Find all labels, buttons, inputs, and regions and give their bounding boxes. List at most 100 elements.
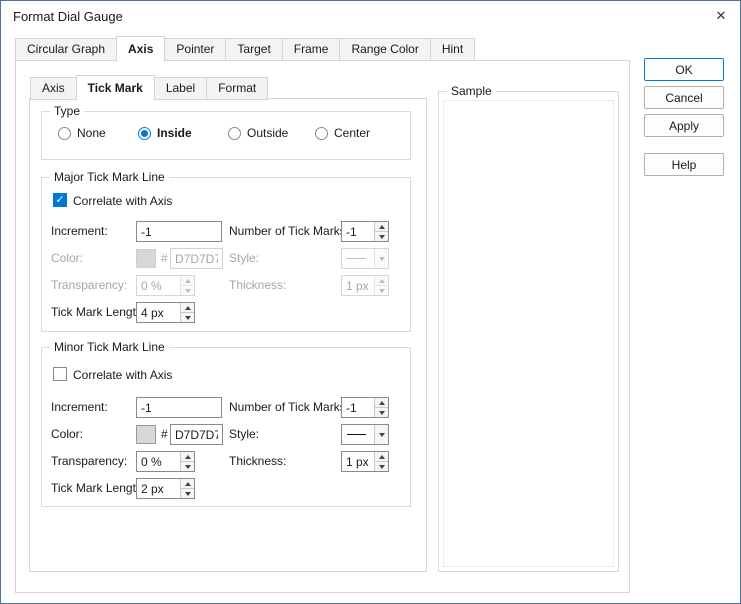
spinner-input[interactable] xyxy=(137,452,180,471)
major-color-label: Color: xyxy=(51,251,84,265)
inner-tab-label[interactable]: Label xyxy=(153,77,208,100)
minor-tick-mark-length-spinner[interactable] xyxy=(136,478,195,499)
spin-down-icon[interactable] xyxy=(375,231,388,241)
spin-up-icon[interactable] xyxy=(181,303,194,312)
spin-down-icon xyxy=(375,285,388,295)
help-button[interactable]: Help xyxy=(644,153,724,176)
major-transparency-spinner xyxy=(136,275,195,296)
minor-color-hex-input[interactable] xyxy=(170,424,223,445)
spinner-input[interactable] xyxy=(342,398,374,417)
spin-up-icon[interactable] xyxy=(375,398,388,407)
spinner-input[interactable] xyxy=(342,452,374,471)
minor-increment-label: Increment: xyxy=(51,400,108,414)
line-style-preview-icon xyxy=(347,434,366,435)
spin-down-icon[interactable] xyxy=(181,488,194,498)
tab-axis[interactable]: Axis xyxy=(116,36,166,62)
inner-tab-format[interactable]: Format xyxy=(206,77,269,100)
major-number-of-tick-marks-spinner[interactable] xyxy=(341,221,389,242)
dropdown-arrow-icon[interactable] xyxy=(374,425,388,444)
spinner-input xyxy=(342,276,374,295)
sample-group: Sample xyxy=(438,84,619,572)
spin-buttons[interactable] xyxy=(374,452,388,471)
tab-range-color[interactable]: Range Color xyxy=(339,38,431,61)
minor-increment-input[interactable] xyxy=(136,397,222,418)
type-group: Type None Inside Outside Center xyxy=(41,104,411,160)
window-title: Format Dial Gauge xyxy=(13,9,123,24)
major-increment-input[interactable] xyxy=(136,221,222,242)
spin-buttons[interactable] xyxy=(180,479,194,498)
major-style-label: Style: xyxy=(229,251,260,265)
minor-number-of-tick-marks-label: Number of Tick Marks: xyxy=(229,400,350,414)
spinner-input[interactable] xyxy=(137,303,180,322)
spin-buttons xyxy=(374,276,388,295)
spin-buttons[interactable] xyxy=(374,398,388,417)
major-group-title: Major Tick Mark Line xyxy=(50,170,169,184)
radio-option-inside[interactable]: Inside xyxy=(138,126,192,140)
tab-frame[interactable]: Frame xyxy=(281,38,341,61)
cancel-button[interactable]: Cancel xyxy=(644,86,724,109)
spinner-input[interactable] xyxy=(342,222,374,241)
tab-hint[interactable]: Hint xyxy=(429,38,476,61)
spin-up-icon xyxy=(181,276,194,285)
minor-correlate-with-axis-checkbox[interactable] xyxy=(53,367,67,381)
spin-down-icon[interactable] xyxy=(181,461,194,471)
ok-button[interactable]: OK xyxy=(644,58,724,81)
radio-option-outside[interactable]: Outside xyxy=(228,126,288,140)
inner-tab-axis[interactable]: Axis xyxy=(30,77,77,100)
major-increment-label: Increment: xyxy=(51,224,108,238)
tab-target[interactable]: Target xyxy=(225,38,283,61)
inner-tab-tick-mark[interactable]: Tick Mark xyxy=(75,75,155,101)
radio-label-outside: Outside xyxy=(247,126,289,140)
minor-tick-mark-line-group: Minor Tick Mark Line Correlate with Axis… xyxy=(41,340,411,507)
tab-circular-graph[interactable]: Circular Graph xyxy=(15,38,118,61)
minor-thickness-label: Thickness: xyxy=(229,454,287,468)
radio-label-center: Center xyxy=(334,126,371,140)
check-icon: ✓ xyxy=(55,193,65,206)
radio-label-inside: Inside xyxy=(157,126,192,140)
spin-up-icon[interactable] xyxy=(375,222,388,231)
spinner-input[interactable] xyxy=(137,479,180,498)
spin-up-icon[interactable] xyxy=(181,479,194,488)
close-button[interactable]: ✕ xyxy=(702,1,740,31)
sample-preview-canvas xyxy=(443,100,614,567)
minor-color-label: Color: xyxy=(51,427,84,441)
minor-transparency-label: Transparency: xyxy=(51,454,128,468)
spin-buttons[interactable] xyxy=(374,222,388,241)
minor-transparency-spinner[interactable] xyxy=(136,451,195,472)
minor-number-of-tick-marks-spinner[interactable] xyxy=(341,397,389,418)
major-number-of-tick-marks-label: Number of Tick Marks: xyxy=(229,224,350,238)
radio-icon xyxy=(228,126,241,140)
minor-tick-mark-length-label: Tick Mark Length: xyxy=(51,481,146,495)
spin-buttons[interactable] xyxy=(180,303,194,322)
sample-group-title: Sample xyxy=(447,84,496,98)
minor-correlate-label: Correlate with Axis xyxy=(73,368,173,382)
spinner-input xyxy=(137,276,180,295)
minor-style-label: Style: xyxy=(229,427,260,441)
minor-thickness-spinner[interactable] xyxy=(341,451,389,472)
axis-tab-panel: Axis Tick Mark Label Format Type None In… xyxy=(15,60,630,593)
spin-down-icon xyxy=(181,285,194,295)
spin-up-icon[interactable] xyxy=(375,452,388,461)
major-tick-mark-length-label: Tick Mark Length: xyxy=(51,305,146,319)
apply-button[interactable]: Apply xyxy=(644,114,724,137)
outer-tab-strip: Circular Graph Axis Pointer Target Frame… xyxy=(15,35,476,62)
dropdown-arrow-icon xyxy=(374,249,388,268)
minor-style-dropdown[interactable] xyxy=(341,424,389,445)
spin-down-icon[interactable] xyxy=(375,407,388,417)
spin-up-icon[interactable] xyxy=(181,452,194,461)
major-tick-mark-length-spinner[interactable] xyxy=(136,302,195,323)
tab-pointer[interactable]: Pointer xyxy=(164,38,227,61)
minor-color-swatch[interactable] xyxy=(136,425,156,444)
minor-color-hash-label: # xyxy=(161,427,168,441)
major-style-dropdown xyxy=(341,248,389,269)
spin-buttons[interactable] xyxy=(180,452,194,471)
radio-option-center[interactable]: Center xyxy=(315,126,370,140)
spin-down-icon[interactable] xyxy=(375,461,388,471)
type-group-title: Type xyxy=(50,104,85,118)
spin-down-icon[interactable] xyxy=(181,312,194,322)
major-correlate-with-axis-checkbox[interactable]: ✓ xyxy=(53,193,67,207)
radio-icon xyxy=(315,126,328,140)
major-correlate-label: Correlate with Axis xyxy=(73,194,173,208)
line-style-preview-icon xyxy=(347,258,366,259)
radio-option-none[interactable]: None xyxy=(58,126,106,140)
